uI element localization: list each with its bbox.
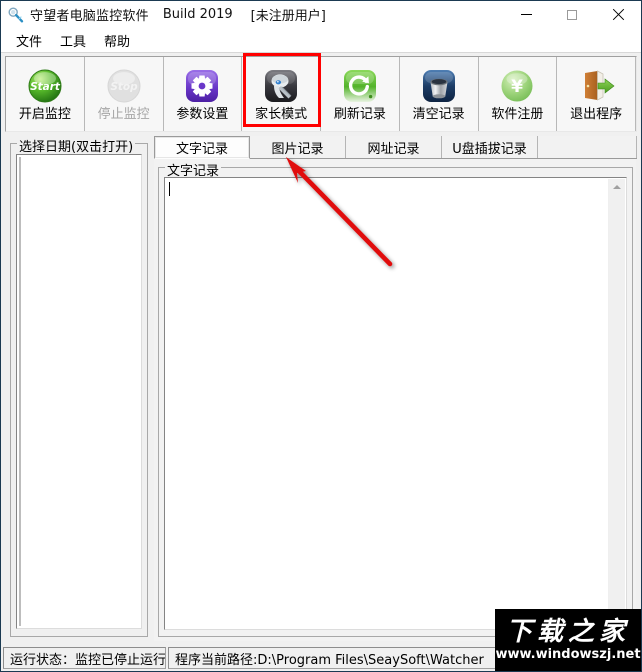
menu-item-help[interactable]: 帮助 <box>95 29 139 52</box>
start-green-icon: Start <box>26 67 64 105</box>
site-watermark: 下载之家 www.windowszj.net <box>495 609 641 671</box>
text-records-vertical-scrollbar[interactable] <box>608 179 625 628</box>
main-body: 选择日期(双击打开) 文字记录 图片记录 网址记录 U盘插拔记录 文字记录 <box>5 136 637 641</box>
toolbar-button-parent-mode[interactable]: 家长模式 <box>242 57 321 131</box>
tab-text-records[interactable]: 文字记录 <box>154 136 250 159</box>
date-groupbox-title: 选择日期(双击打开) <box>17 136 136 155</box>
toolbar-label-settings: 参数设置 <box>176 106 229 122</box>
toolbar-label-clear-records: 清空记录 <box>412 106 465 122</box>
watermark-brand: 下载之家 <box>505 617 630 647</box>
toolbar-label-stop-monitor: 停止监控 <box>97 106 150 122</box>
registration-status: [未注册用户] <box>250 9 326 24</box>
svg-text:Start: Start <box>30 81 61 93</box>
text-records-textarea[interactable] <box>164 177 627 630</box>
window-build: Build 2019 <box>162 7 233 22</box>
toolbar-label-start-monitor: 开启监控 <box>18 106 71 122</box>
window-controls <box>503 1 641 28</box>
minimize-button[interactable] <box>503 1 549 28</box>
records-panel: 文字记录 图片记录 网址记录 U盘插拔记录 文字记录 <box>152 136 637 641</box>
toolbar-button-clear-records[interactable]: 清空记录 <box>399 57 479 131</box>
toolbar-label-register: 软件注册 <box>491 106 544 122</box>
window-title: 守望者电脑监控软件 <box>30 9 149 24</box>
maximize-button[interactable] <box>549 1 595 28</box>
svg-text:¥: ¥ <box>511 77 523 97</box>
toolbar: Start 开启监控 Stop 停止监控 参数设置 家长模式 刷新记录 清空记录… <box>5 53 637 132</box>
date-listbox-scroll-indicator <box>19 157 21 626</box>
minimize-icon <box>520 14 532 15</box>
tabpage-text-records: 文字记录 <box>154 159 636 641</box>
menu-item-file[interactable]: 文件 <box>7 29 51 52</box>
status-run-state: 运行状态：监控已停止运行 <box>3 647 166 669</box>
menu-item-tools[interactable]: 工具 <box>51 29 95 52</box>
toolbar-button-stop-monitor[interactable]: Stop 停止监控 <box>84 57 164 131</box>
refresh-green-icon <box>341 67 379 105</box>
scroll-up-icon[interactable] <box>609 179 625 194</box>
maximize-icon <box>567 9 577 20</box>
watermark-url: www.windowszj.net <box>495 647 641 662</box>
application-window: 守望者电脑监控软件 Build 2019 [未注册用户] 文件 工具 帮助 St… <box>0 0 642 672</box>
text-records-groupbox: 文字记录 <box>158 160 633 637</box>
tab-url-records[interactable]: 网址记录 <box>346 136 442 158</box>
toolbar-label-exit: 退出程序 <box>570 106 623 122</box>
yuan-coin-icon: ¥ <box>498 67 536 105</box>
tab-image-records[interactable]: 图片记录 <box>250 136 346 158</box>
menu-bar: 文件 工具 帮助 <box>1 29 641 53</box>
tabstrip-filler <box>538 136 637 158</box>
parent-robot-icon <box>262 67 300 105</box>
toolbar-button-exit[interactable]: 退出程序 <box>557 57 636 131</box>
text-caret <box>169 182 170 196</box>
date-listbox[interactable] <box>16 154 142 629</box>
title-bar: 守望者电脑监控软件 Build 2019 [未注册用户] <box>1 1 641 29</box>
date-groupbox: 选择日期(双击打开) <box>10 136 148 637</box>
toolbar-button-refresh-records[interactable]: 刷新记录 <box>321 57 400 131</box>
exit-door-icon <box>577 67 615 105</box>
toolbar-label-refresh-records: 刷新记录 <box>333 106 386 122</box>
trash-bin-icon <box>420 67 458 105</box>
close-icon <box>612 9 624 21</box>
svg-text:Stop: Stop <box>110 81 138 93</box>
stop-gray-icon: Stop <box>105 67 143 105</box>
close-button[interactable] <box>595 1 641 28</box>
toolbar-button-register[interactable]: ¥ 软件注册 <box>478 57 558 131</box>
toolbar-button-settings[interactable]: 参数设置 <box>163 57 243 131</box>
records-tabstrip: 文字记录 图片记录 网址记录 U盘插拔记录 <box>154 136 637 159</box>
toolbar-label-parent-mode: 家长模式 <box>255 106 308 122</box>
app-icon <box>7 6 25 24</box>
gear-purple-icon <box>183 67 221 105</box>
toolbar-button-start-monitor[interactable]: Start 开启监控 <box>6 57 85 131</box>
date-selection-panel: 选择日期(双击打开) <box>5 136 152 641</box>
tab-usb-records[interactable]: U盘插拔记录 <box>442 136 538 158</box>
